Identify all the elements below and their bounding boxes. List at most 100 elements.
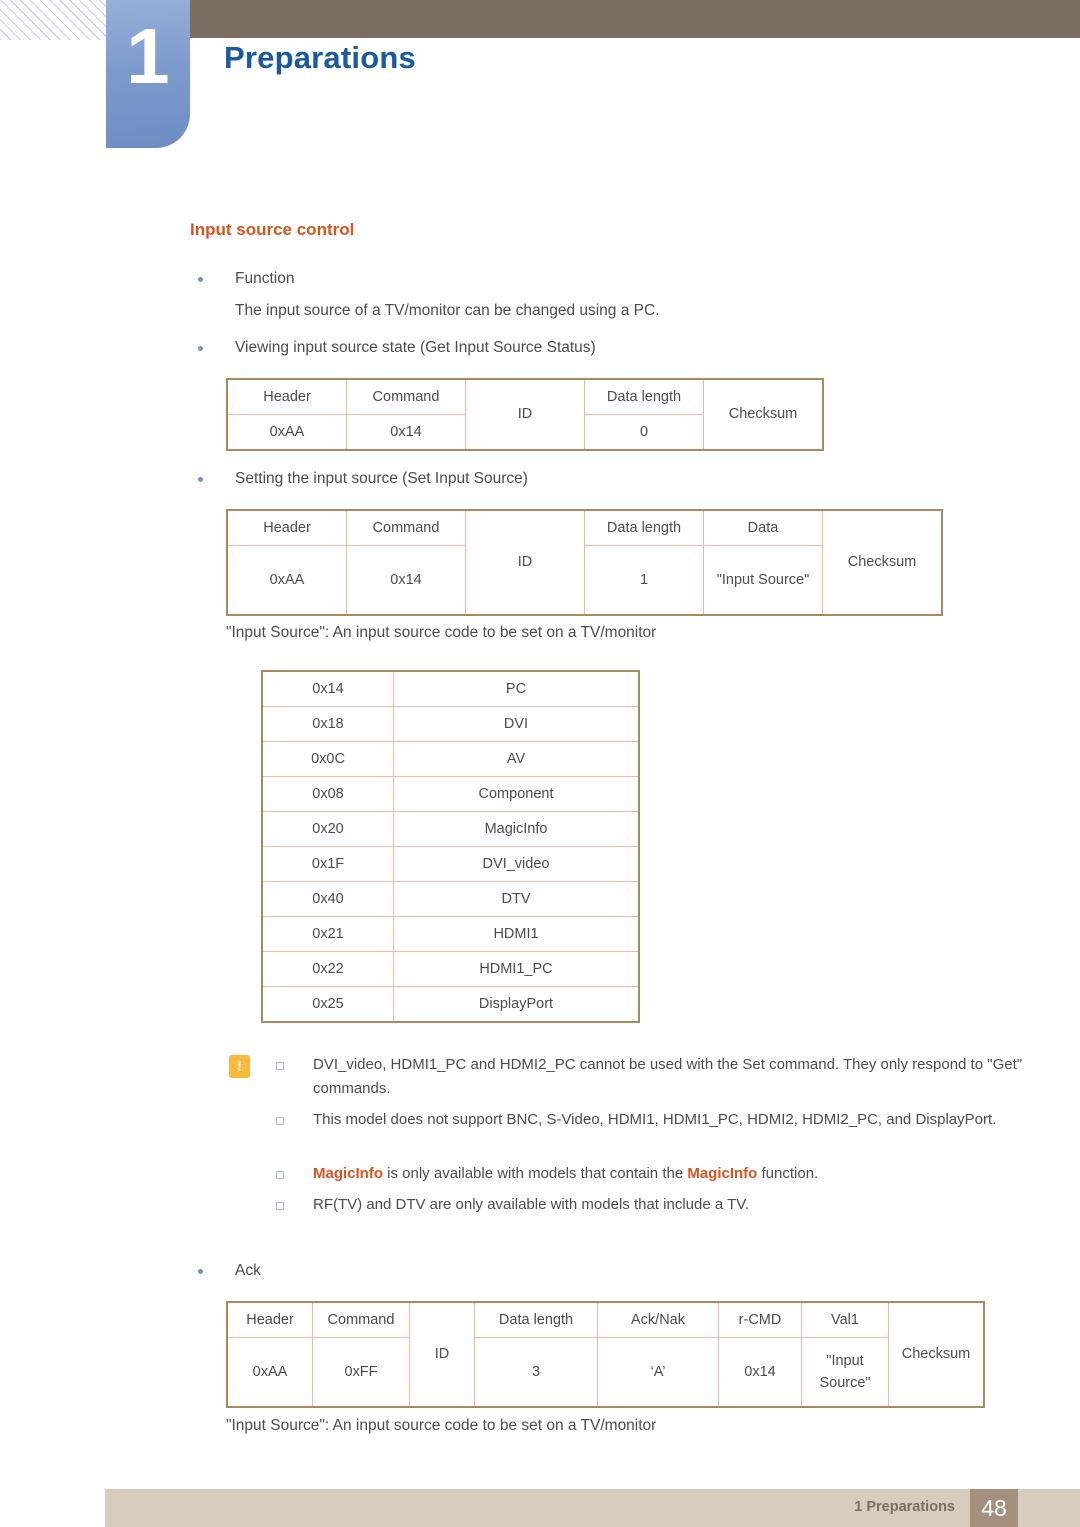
cell-command-label: Command bbox=[312, 1301, 410, 1338]
note-bullet-icon bbox=[276, 1117, 284, 1125]
bullet-get-label: Viewing input source state (Get Input So… bbox=[235, 339, 596, 356]
page-number: 48 bbox=[981, 1495, 1007, 1521]
section-heading: Input source control bbox=[190, 220, 355, 239]
input-source-code-table: 0x14 PC 0x18 DVI 0x0C AV 0x08 Component 0x20 Magi… bbox=[261, 670, 640, 1023]
table-row: 0x18 DVI bbox=[261, 706, 640, 742]
header-bar bbox=[106, 0, 1080, 38]
cell-source-name: DVI_video bbox=[393, 846, 640, 882]
table-row: Header Command ID Data length Ack/Nak r-… bbox=[226, 1301, 985, 1408]
cell-source-name: MagicInfo bbox=[393, 811, 640, 847]
cell-source-code: 0x0C bbox=[261, 741, 394, 777]
table-row: 0x0C AV bbox=[261, 741, 640, 777]
note-item-4-text: RF(TV) and DTV are only available with m… bbox=[313, 1196, 750, 1213]
table-row: Header Command ID Data length Checksum bbox=[226, 378, 824, 451]
note-item-3-text: MagicInfo is only available with models … bbox=[313, 1165, 819, 1182]
cell-checksum: Checksum bbox=[888, 1301, 985, 1408]
footer-label: 1 Preparations bbox=[854, 1499, 955, 1515]
table-row: 0x22 HDMI1_PC bbox=[261, 951, 640, 987]
cell-source-code: 0x14 bbox=[261, 670, 394, 707]
cell-source-code: 0x08 bbox=[261, 776, 394, 812]
cell-checksum: Checksum bbox=[703, 378, 824, 451]
bullet-function-label: Function bbox=[235, 270, 295, 287]
cell-datalength-label: Data length bbox=[474, 1301, 598, 1338]
bullet-dot-icon bbox=[198, 346, 203, 351]
ack-table: Header Command ID Data length Ack/Nak r-… bbox=[226, 1301, 985, 1408]
cell-command-label: Command bbox=[346, 378, 466, 415]
set-input-source-table: Header Command ID Data length Data Check… bbox=[226, 509, 943, 616]
cell-val1-label: Val1 bbox=[801, 1301, 889, 1338]
note-item-2-text: This model does not support BNC, S-Video… bbox=[313, 1111, 997, 1128]
cell-header-label: Header bbox=[226, 1301, 313, 1338]
cell-source-code: 0x1F bbox=[261, 846, 394, 882]
get-input-source-table: Header Command ID Data length Checksum 0… bbox=[226, 378, 824, 451]
table-row: Header Command ID Data length Data Check… bbox=[226, 509, 943, 616]
page-number-box: 48 bbox=[970, 1489, 1018, 1527]
cell-command-label: Command bbox=[346, 509, 466, 546]
cell-data-value: "Input Source" bbox=[703, 545, 823, 616]
table-row: 0x40 DTV bbox=[261, 881, 640, 917]
cell-rcmd-value: 0x14 bbox=[718, 1337, 802, 1408]
cell-source-name: AV bbox=[393, 741, 640, 777]
table-row: 0x20 MagicInfo bbox=[261, 811, 640, 847]
cell-source-code: 0x22 bbox=[261, 951, 394, 987]
chapter-number: 1 bbox=[126, 12, 170, 100]
cell-source-name: DTV bbox=[393, 881, 640, 917]
table-row: 0xAA 0xFF 3 ‘A’ 0x14 "Input Source" bbox=[226, 1337, 984, 1408]
cell-source-code: 0x40 bbox=[261, 881, 394, 917]
table-row: 0x14 PC bbox=[261, 670, 640, 707]
cell-source-code: 0x25 bbox=[261, 986, 394, 1023]
cell-source-name: PC bbox=[393, 670, 640, 707]
cell-header-value: 0xAA bbox=[226, 545, 347, 616]
cell-header-label: Header bbox=[226, 509, 347, 546]
cell-source-name: HDMI1_PC bbox=[393, 951, 640, 987]
cell-datalength-value: 0 bbox=[584, 414, 704, 451]
cell-source-code: 0x21 bbox=[261, 916, 394, 952]
cell-source-code: 0x20 bbox=[261, 811, 394, 847]
table-row: 0x1F DVI_video bbox=[261, 846, 640, 882]
cell-source-name: Component bbox=[393, 776, 640, 812]
table-row: 0x25 DisplayPort bbox=[261, 986, 640, 1023]
note-bullet-icon bbox=[276, 1062, 284, 1070]
cell-source-code: 0x18 bbox=[261, 706, 394, 742]
cell-checksum: Checksum bbox=[822, 509, 943, 616]
cell-command-value: 0x14 bbox=[346, 414, 466, 451]
cell-id: ID bbox=[465, 378, 585, 451]
cell-source-name: DisplayPort bbox=[393, 986, 640, 1023]
cell-datalength-label: Data length bbox=[584, 509, 704, 546]
bullet-dot-icon bbox=[198, 277, 203, 282]
cell-id: ID bbox=[409, 1301, 475, 1408]
table-row: 0x21 HDMI1 bbox=[261, 916, 640, 952]
chapter-tab: 1 bbox=[106, 0, 190, 148]
cell-datalength-value: 1 bbox=[584, 545, 704, 616]
cell-val1-value: "Input Source" bbox=[801, 1337, 889, 1408]
warning-icon: ! bbox=[229, 1055, 250, 1078]
cell-header-label: Header bbox=[226, 378, 347, 415]
function-description: The input source of a TV/monitor can be … bbox=[235, 302, 660, 319]
cell-data-label: Data bbox=[703, 509, 823, 546]
cell-source-name: HDMI1 bbox=[393, 916, 640, 952]
cell-datalength-label: Data length bbox=[584, 378, 704, 415]
bullet-dot-icon bbox=[198, 1269, 203, 1274]
note-item-1-text: DVI_video, HDMI1_PC and HDMI2_PC cannot … bbox=[313, 1056, 1023, 1097]
input-source-code-rows: 0x14 PC 0x18 DVI 0x0C AV 0x08 Component 0x20 Magi… bbox=[261, 670, 640, 1023]
bullet-ack-label: Ack bbox=[235, 1262, 261, 1279]
cell-command-value: 0x14 bbox=[346, 545, 466, 616]
chapter-title: Preparations bbox=[224, 40, 416, 75]
cell-id: ID bbox=[465, 509, 585, 616]
cell-source-name: DVI bbox=[393, 706, 640, 742]
note-bullet-icon bbox=[276, 1171, 284, 1179]
cell-datalength-value: 3 bbox=[474, 1337, 598, 1408]
cell-acknak-label: Ack/Nak bbox=[597, 1301, 719, 1338]
cell-command-value: 0xFF bbox=[312, 1337, 410, 1408]
cell-acknak-value: ‘A’ bbox=[597, 1337, 719, 1408]
ack-input-source-note: "Input Source": An input source code to … bbox=[226, 1417, 657, 1434]
bullet-dot-icon bbox=[198, 477, 203, 482]
decorative-hatch-pattern bbox=[0, 0, 106, 40]
cell-header-value: 0xAA bbox=[226, 414, 347, 451]
bullet-set-label: Setting the input source (Set Input Sour… bbox=[235, 470, 528, 487]
warning-exclamation: ! bbox=[237, 1058, 242, 1075]
table-row: 0x08 Component bbox=[261, 776, 640, 812]
cell-rcmd-label: r-CMD bbox=[718, 1301, 802, 1338]
set-input-source-note: "Input Source": An input source code to … bbox=[226, 624, 657, 641]
cell-header-value: 0xAA bbox=[226, 1337, 313, 1408]
